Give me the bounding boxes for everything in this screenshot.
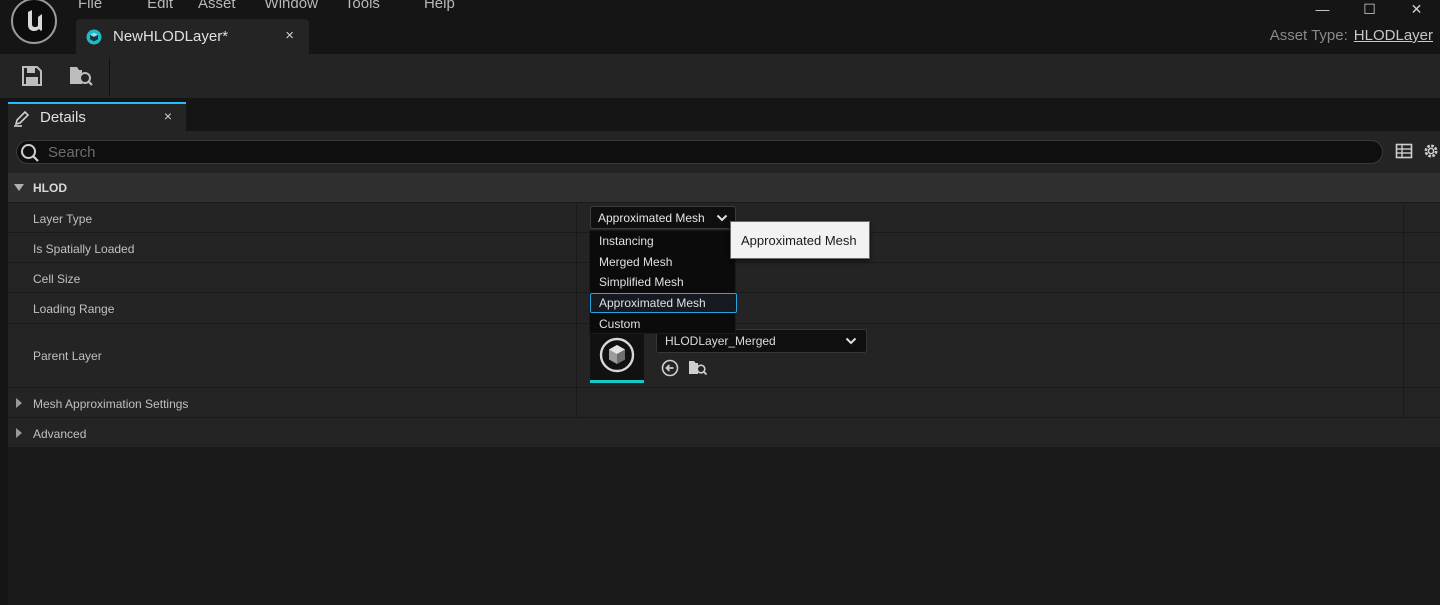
- column-splitter: [576, 388, 577, 417]
- search-box: [16, 140, 1383, 164]
- column-splitter: [576, 233, 577, 262]
- menu-bar: File Edit Asset Window Tools Help: [78, 0, 490, 14]
- search-row: [8, 131, 1440, 173]
- asset-type-indicator: Asset Type: HLODLayer: [1270, 27, 1433, 44]
- menu-help[interactable]: Help: [424, 0, 455, 14]
- asset-toolbar: [0, 54, 1440, 98]
- layer-type-dropdown: Instancing Merged Mesh Simplified Mesh A…: [589, 230, 737, 334]
- is-spatially-loaded-label: Is Spatially Loaded: [33, 242, 135, 256]
- unreal-logo-icon[interactable]: [11, 0, 57, 44]
- property-matrix-icon[interactable]: [1395, 142, 1413, 160]
- pencil-icon: [14, 110, 30, 127]
- expand-arrow-icon: [16, 428, 22, 438]
- column-splitter-right: [1403, 203, 1404, 232]
- details-tab[interactable]: Details ×: [8, 102, 186, 131]
- column-splitter: [576, 324, 577, 387]
- layer-type-value: Approximated Mesh: [598, 210, 705, 225]
- mesh-approximation-settings-label: Mesh Approximation Settings: [33, 397, 189, 411]
- unreal-logo-glyph: [28, 10, 42, 31]
- menu-edit[interactable]: Edit: [147, 0, 173, 14]
- advanced-label: Advanced: [33, 427, 87, 441]
- column-splitter-right: [1403, 388, 1404, 417]
- hlod-layer-asset-icon: [86, 29, 102, 44]
- title-bar: File Edit Asset Window Tools Help NewHLO…: [0, 0, 1440, 54]
- chevron-down-icon: [845, 337, 857, 345]
- layer-type-combo[interactable]: Approximated Mesh: [590, 206, 736, 229]
- tooltip-text: Approximated Mesh: [741, 232, 857, 248]
- save-button[interactable]: [10, 54, 54, 98]
- window-controls: — ☐ ✕: [1299, 0, 1440, 18]
- column-splitter: [576, 203, 577, 232]
- option-merged-mesh[interactable]: Merged Mesh: [590, 252, 737, 272]
- column-splitter-right: [1403, 263, 1404, 292]
- menu-file[interactable]: File: [78, 0, 102, 14]
- document-tab-label: NewHLODLayer*: [113, 28, 229, 45]
- row-layer-type: Layer Type Approximated Mesh: [8, 202, 1440, 232]
- save-icon: [22, 66, 42, 86]
- row-advanced[interactable]: Advanced: [8, 417, 1440, 447]
- category-hlod-label: HLOD: [33, 180, 67, 195]
- layer-type-label: Layer Type: [33, 212, 93, 226]
- details-tab-bar: Details ×: [0, 98, 1440, 131]
- option-approximated-mesh[interactable]: Approximated Mesh: [590, 293, 737, 313]
- tooltip: Approximated Mesh: [730, 221, 870, 259]
- document-tab-close-icon[interactable]: ×: [285, 27, 294, 44]
- expand-arrow-icon: [16, 398, 22, 408]
- asset-type-link[interactable]: HLODLayer: [1354, 27, 1433, 44]
- row-mesh-approximation-settings[interactable]: Mesh Approximation Settings: [8, 387, 1440, 417]
- collapse-arrow-icon: [14, 184, 24, 191]
- document-tab[interactable]: NewHLODLayer* ×: [76, 19, 309, 54]
- menu-asset[interactable]: Asset: [198, 0, 236, 14]
- column-splitter-right: [1403, 324, 1404, 387]
- details-view-options: [1395, 142, 1440, 160]
- cell-size-label: Cell Size: [33, 272, 81, 286]
- column-splitter: [576, 263, 577, 292]
- maximize-button[interactable]: ☐: [1346, 0, 1393, 18]
- minimize-button[interactable]: —: [1299, 0, 1346, 18]
- folder-search-icon: [689, 361, 708, 376]
- toolbar-separator: [109, 58, 110, 96]
- column-splitter: [576, 293, 577, 323]
- browse-asset-button[interactable]: [688, 358, 708, 378]
- chevron-down-icon: [716, 214, 728, 222]
- menu-tools[interactable]: Tools: [345, 0, 380, 14]
- column-splitter-right: [1403, 293, 1404, 323]
- browse-to-asset-button[interactable]: [59, 54, 103, 98]
- menu-window[interactable]: Window: [265, 0, 318, 14]
- details-tab-close-icon[interactable]: ×: [164, 108, 172, 124]
- column-splitter-right: [1403, 233, 1404, 262]
- use-selected-arrow-icon: [661, 359, 679, 377]
- folder-search-icon: [70, 67, 93, 86]
- option-instancing[interactable]: Instancing: [590, 231, 737, 251]
- asset-type-label: Asset Type:: [1269, 27, 1348, 44]
- details-tab-label: Details: [40, 109, 86, 126]
- parent-layer-label: Parent Layer: [33, 349, 102, 363]
- search-icon: [21, 144, 39, 162]
- use-selected-asset-button[interactable]: [660, 358, 680, 378]
- settings-gear-icon[interactable]: [1422, 142, 1440, 160]
- loading-range-label: Loading Range: [33, 302, 115, 316]
- parent-layer-value: HLODLayer_Merged: [665, 334, 776, 348]
- search-input[interactable]: [48, 141, 1348, 163]
- cube-asset-icon: [599, 337, 635, 372]
- parent-layer-thumbnail[interactable]: [590, 329, 644, 383]
- option-simplified-mesh[interactable]: Simplified Mesh: [590, 272, 737, 292]
- option-custom[interactable]: Custom: [590, 314, 737, 334]
- close-window-button[interactable]: ✕: [1393, 0, 1440, 18]
- category-hlod[interactable]: HLOD: [8, 173, 1440, 202]
